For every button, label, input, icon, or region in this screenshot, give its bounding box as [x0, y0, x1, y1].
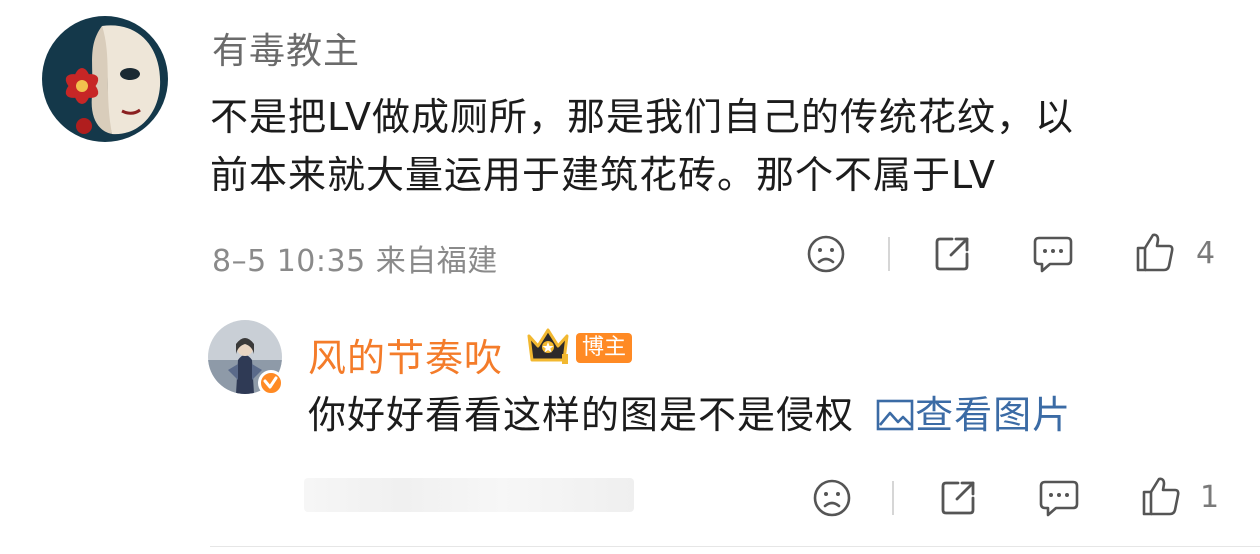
share-icon[interactable] — [938, 478, 978, 518]
divider — [892, 481, 894, 515]
comment-text-line: 前本来就大量运用于建筑花砖。那个不属于LV — [210, 153, 996, 197]
comment-bubble-icon[interactable] — [1032, 234, 1074, 274]
like-count: 4 — [1196, 236, 1216, 271]
thumbs-up-icon[interactable] — [1140, 475, 1182, 517]
reply-username[interactable]: 风的节奏吹 — [308, 327, 503, 382]
blurred-area — [304, 478, 634, 512]
comment-username[interactable]: 有毒教主 — [212, 22, 360, 74]
comment-bubble-icon[interactable] — [1038, 478, 1080, 518]
image-icon — [876, 399, 914, 431]
comment-text: 不是把LV做成厕所，那是我们自己的传统花纹，以 前本来就大量运用于建筑花砖。那个… — [210, 88, 1230, 204]
sad-face-icon[interactable] — [806, 234, 846, 274]
reply-text-row: 你好好看看这样的图是不是侵权 查看图片 — [308, 386, 1071, 444]
like-count: 1 — [1200, 480, 1220, 515]
divider — [888, 237, 890, 271]
thumbs-up-icon[interactable] — [1134, 231, 1176, 273]
host-badge: 博主 — [576, 333, 633, 363]
comment-meta: 8–5 10:35 来自福建 — [212, 244, 498, 279]
share-icon[interactable] — [932, 234, 972, 274]
verified-badge-icon — [258, 370, 284, 396]
avatar-mask-image — [42, 16, 168, 142]
view-image-label[interactable]: 查看图片 — [915, 393, 1071, 437]
comment-text-line: 不是把LV做成厕所，那是我们自己的传统花纹，以 — [210, 95, 1074, 139]
view-image-link[interactable]: 查看图片 — [875, 393, 1071, 437]
bottom-divider — [210, 546, 1260, 547]
avatar[interactable] — [42, 16, 168, 142]
reply-text: 你好好看看这样的图是不是侵权 — [308, 393, 855, 437]
crown-icon — [524, 324, 572, 370]
sad-face-icon[interactable] — [812, 478, 852, 518]
